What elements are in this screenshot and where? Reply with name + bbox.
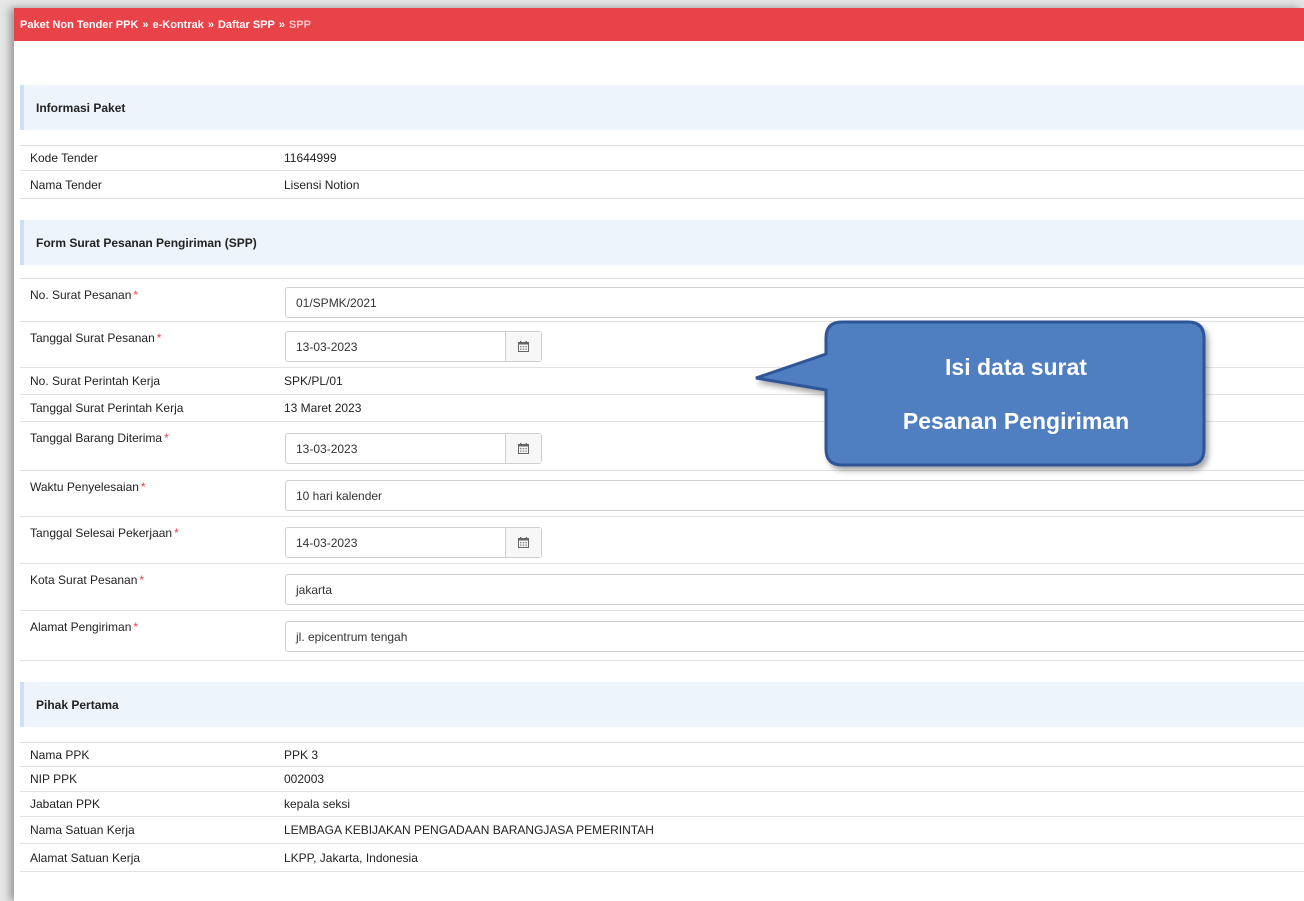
kota-surat-pesanan-input[interactable]: jakarta bbox=[285, 574, 1304, 605]
label-text: Waktu Penyelesaian bbox=[30, 480, 139, 494]
waktu-penyelesaian-label: Waktu Penyelesaian * bbox=[30, 480, 146, 494]
breadcrumb-separator: » bbox=[207, 18, 214, 31]
label-text: Tanggal Selesai Pekerjaan bbox=[30, 526, 173, 540]
input-value: jl. epicentrum tengah bbox=[296, 629, 408, 644]
tanggal-surat-pesanan-label: Tanggal Surat Pesanan * bbox=[30, 331, 161, 345]
alamat-satuan-kerja-value: LKPP, Jakarta, Indonesia bbox=[284, 850, 418, 865]
nama-tender-value: Lisensi Notion bbox=[284, 177, 360, 192]
row-alamat-satuan-kerja: Alamat Satuan Kerja LKPP, Jakarta, Indon… bbox=[20, 844, 1304, 872]
label-text: Alamat Pengiriman bbox=[30, 620, 132, 634]
row-tanggal-selesai: Tanggal Selesai Pekerjaan * 14-03-2023 bbox=[20, 517, 1304, 564]
no-spk-label: No. Surat Perintah Kerja bbox=[30, 374, 161, 388]
tanggal-selesai-label: Tanggal Selesai Pekerjaan * bbox=[30, 526, 179, 540]
row-nama-ppk: Nama PPK PPK 3 bbox=[20, 742, 1304, 767]
input-value: 14-03-2023 bbox=[296, 535, 358, 550]
tanggal-spk-value: 13 Maret 2023 bbox=[284, 401, 362, 415]
required-mark: * bbox=[139, 573, 145, 587]
callout-line-2: Pesanan Pengiriman bbox=[902, 408, 1130, 434]
row-jabatan-ppk: Jabatan PPK kepala seksi bbox=[20, 792, 1304, 817]
input-value: 10 hari kalender bbox=[296, 488, 383, 503]
input-value: jakarta bbox=[296, 582, 333, 597]
callout-text: Isi data surat Pesanan Pengiriman bbox=[830, 326, 1202, 462]
row-no-surat-pesanan: No. Surat Pesanan * 01/SPMK/2021 bbox=[20, 278, 1304, 322]
alamat-pengiriman-input[interactable]: jl. epicentrum tengah bbox=[285, 621, 1304, 652]
breadcrumb-current: SPP bbox=[288, 18, 311, 31]
row-waktu-penyelesaian: Waktu Penyelesaian * 10 hari kalender bbox=[20, 471, 1304, 517]
jabatan-ppk-label: Jabatan PPK bbox=[30, 797, 101, 811]
tanggal-barang-diterima-input[interactable]: 13-03-2023 bbox=[285, 433, 542, 464]
input-value: 13-03-2023 bbox=[296, 339, 358, 354]
required-mark: * bbox=[133, 288, 139, 302]
row-alamat-pengiriman: Alamat Pengiriman * jl. epicentrum tengah bbox=[20, 611, 1304, 661]
required-mark: * bbox=[164, 431, 169, 445]
section-title: Form Surat Pesanan Pengiriman (SPP) bbox=[36, 235, 257, 250]
row-kode-tender: Kode Tender 11644999 bbox=[20, 145, 1304, 171]
row-nama-satuan-kerja: Nama Satuan Kerja LEMBAGA KEBIJAKAN PENG… bbox=[20, 817, 1304, 844]
row-nama-tender: Nama Tender Lisensi Notion bbox=[20, 171, 1304, 199]
section-informasi-paket: Informasi Paket bbox=[20, 85, 1304, 130]
breadcrumb-separator: » bbox=[142, 18, 149, 31]
breadcrumb-paket-non-tender[interactable]: Paket Non Tender PPK bbox=[20, 19, 138, 31]
nama-tender-label: Nama Tender bbox=[30, 177, 102, 192]
no-spk-value: SPK/PL/01 bbox=[284, 374, 343, 388]
waktu-penyelesaian-input[interactable]: 10 hari kalender bbox=[285, 480, 1304, 511]
breadcrumb-daftar-spp[interactable]: Daftar SPP bbox=[218, 19, 275, 31]
tanggal-spk-label: Tanggal Surat Perintah Kerja bbox=[30, 401, 184, 415]
calendar-icon[interactable] bbox=[505, 528, 541, 557]
section-title: Informasi Paket bbox=[36, 100, 126, 115]
nama-satuan-kerja-label: Nama Satuan Kerja bbox=[30, 823, 135, 837]
jabatan-ppk-value: kepala seksi bbox=[284, 797, 351, 811]
screenshot-frame: Paket Non Tender PPK » e-Kontrak » Dafta… bbox=[0, 0, 1304, 901]
section-pihak-pertama: Pihak Pertama bbox=[20, 682, 1304, 727]
input-value: 01/SPMK/2021 bbox=[296, 295, 377, 310]
tanggal-barang-diterima-label: Tanggal Barang Diterima * bbox=[30, 431, 169, 445]
nama-satuan-kerja-value: LEMBAGA KEBIJAKAN PENGADAAN BARANGJASA P… bbox=[284, 823, 654, 837]
breadcrumb-e-kontrak[interactable]: e-Kontrak bbox=[153, 19, 204, 31]
kode-tender-value: 11644999 bbox=[284, 151, 337, 165]
kode-tender-label: Kode Tender bbox=[30, 151, 98, 165]
label-text: No. Surat Pesanan bbox=[30, 288, 132, 302]
kota-surat-pesanan-label: Kota Surat Pesanan * bbox=[30, 573, 144, 587]
calendar-icon[interactable] bbox=[505, 434, 541, 463]
label-text: Tanggal Surat Pesanan bbox=[30, 331, 155, 345]
section-form-spp: Form Surat Pesanan Pengiriman (SPP) bbox=[20, 220, 1304, 265]
alamat-satuan-kerja-label: Alamat Satuan Kerja bbox=[30, 850, 141, 865]
breadcrumb: Paket Non Tender PPK » e-Kontrak » Dafta… bbox=[14, 8, 1304, 41]
label-text: Kota Surat Pesanan bbox=[30, 573, 138, 587]
required-mark: * bbox=[174, 526, 179, 540]
required-mark: * bbox=[140, 480, 146, 494]
nama-ppk-label: Nama PPK bbox=[30, 747, 90, 762]
alamat-pengiriman-label: Alamat Pengiriman * bbox=[30, 620, 138, 634]
label-text: Tanggal Barang Diterima bbox=[30, 431, 163, 445]
nip-ppk-label: NIP PPK bbox=[30, 772, 78, 786]
tanggal-surat-pesanan-input[interactable]: 13-03-2023 bbox=[285, 331, 542, 362]
callout-line-1: Isi data surat bbox=[945, 354, 1087, 380]
row-kota-surat-pesanan: Kota Surat Pesanan * jakarta bbox=[20, 564, 1304, 611]
calendar-icon[interactable] bbox=[505, 332, 541, 361]
no-surat-pesanan-input[interactable]: 01/SPMK/2021 bbox=[285, 287, 1304, 318]
required-mark: * bbox=[156, 331, 162, 345]
no-surat-pesanan-label: No. Surat Pesanan * bbox=[30, 288, 138, 302]
breadcrumb-separator: » bbox=[278, 18, 285, 31]
row-nip-ppk: NIP PPK 002003 bbox=[20, 767, 1304, 792]
section-title: Pihak Pertama bbox=[36, 697, 119, 712]
tanggal-selesai-input[interactable]: 14-03-2023 bbox=[285, 527, 542, 558]
required-mark: * bbox=[133, 620, 139, 634]
input-value: 13-03-2023 bbox=[296, 441, 358, 456]
nama-ppk-value: PPK 3 bbox=[284, 747, 319, 762]
nip-ppk-value: 002003 bbox=[284, 772, 325, 786]
